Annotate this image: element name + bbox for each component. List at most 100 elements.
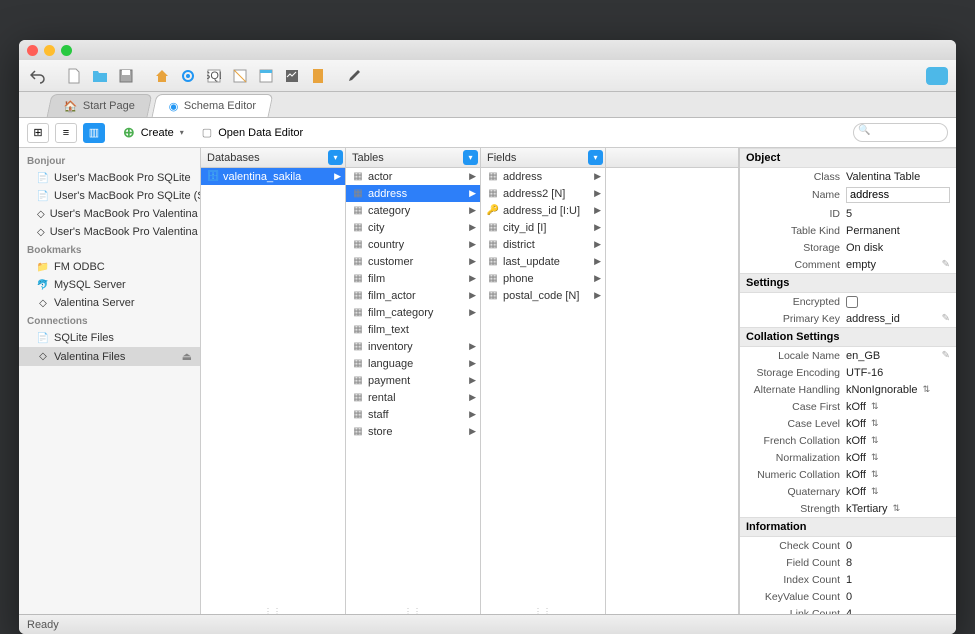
list-item[interactable]: ▦customer▶ xyxy=(346,253,480,270)
dropdown-icon[interactable]: ⇅ xyxy=(871,469,879,480)
arrow-icon: ▶ xyxy=(594,222,601,233)
arrow-icon: ▶ xyxy=(469,392,476,403)
list-item[interactable]: ▦store▶ xyxy=(346,423,480,440)
list-item[interactable]: ▦address▶ xyxy=(481,168,605,185)
list-item[interactable]: ▦last_update▶ xyxy=(481,253,605,270)
prop-input[interactable] xyxy=(846,187,950,203)
list-item[interactable]: ▦actor▶ xyxy=(346,168,480,185)
prop-row: Name xyxy=(740,185,956,205)
list-item[interactable]: ▦city_id [I]▶ xyxy=(481,219,605,236)
arrow-icon: ▶ xyxy=(469,188,476,199)
list-item[interactable]: ▦film▶ xyxy=(346,270,480,287)
report-button[interactable] xyxy=(229,65,251,87)
eject-icon[interactable]: ⏏ xyxy=(182,350,192,363)
list-item[interactable]: ▦address▶ xyxy=(346,185,480,202)
schema-button[interactable] xyxy=(177,65,199,87)
edit-icon[interactable]: ✎ xyxy=(942,350,950,361)
status-text: Ready xyxy=(27,619,59,631)
sidebar-item[interactable]: 📄SQLite Files xyxy=(19,329,200,347)
arrow-icon: ▶ xyxy=(469,171,476,182)
arrow-icon: ▶ xyxy=(594,273,601,284)
sidebar-item[interactable]: 🐬MySQL Server xyxy=(19,276,200,294)
tab-start-page[interactable]: 🏠 Start Page xyxy=(47,94,153,117)
list-item[interactable]: ▦language▶ xyxy=(346,355,480,372)
column-header-tables[interactable]: Tables▾ xyxy=(346,148,480,168)
list-item[interactable]: 🔑address_id [I:U]▶ xyxy=(481,202,605,219)
list-item[interactable]: ▦payment▶ xyxy=(346,372,480,389)
view-list-button[interactable]: ≡ xyxy=(55,123,77,143)
dropdown-icon[interactable]: ⇅ xyxy=(871,435,879,446)
home-button[interactable] xyxy=(151,65,173,87)
monitor-button[interactable] xyxy=(281,65,303,87)
sidebar-item[interactable]: ◇Valentina Server xyxy=(19,294,200,312)
sidebar-item[interactable]: ◇Valentina Files⏏ xyxy=(19,347,200,366)
list-item[interactable]: ▦category▶ xyxy=(346,202,480,219)
sidebar-section-header: Bookmarks xyxy=(19,241,200,258)
tab-schema-editor[interactable]: ◉ Schema Editor xyxy=(151,94,273,117)
list-item[interactable]: ▦district▶ xyxy=(481,236,605,253)
edit-icon[interactable]: ✎ xyxy=(942,259,950,270)
form-button[interactable] xyxy=(255,65,277,87)
list-item[interactable]: ▦address2 [N]▶ xyxy=(481,185,605,202)
undo-button[interactable] xyxy=(27,65,49,87)
list-item[interactable]: 🗄valentina_sakila▶ xyxy=(201,168,345,185)
dropdown-icon[interactable]: ⇅ xyxy=(923,384,931,395)
list-item[interactable]: ▦inventory▶ xyxy=(346,338,480,355)
list-item[interactable]: ▦phone▶ xyxy=(481,270,605,287)
sidebar-item[interactable]: ◇User's MacBook Pro Valentina (S... xyxy=(19,223,200,241)
new-file-button[interactable] xyxy=(63,65,85,87)
tbl-icon: ▦ xyxy=(352,222,364,234)
sql-button[interactable]: SQL xyxy=(203,65,225,87)
arrow-icon: ▶ xyxy=(469,256,476,267)
dropdown-icon[interactable]: ⇅ xyxy=(871,418,879,429)
list-item[interactable]: ▦postal_code [N]▶ xyxy=(481,287,605,304)
sidebar-section-header: Bonjour xyxy=(19,152,200,169)
list-item[interactable]: ▦film_category▶ xyxy=(346,304,480,321)
list-item[interactable]: ▦country▶ xyxy=(346,236,480,253)
open-data-editor-button[interactable]: Open Data Editor xyxy=(218,127,303,139)
book-button[interactable] xyxy=(307,65,329,87)
sidebar-item[interactable]: 📄User's MacBook Pro SQLite xyxy=(19,169,200,187)
tbl-icon: ▦ xyxy=(352,426,364,438)
dropdown-icon[interactable]: ⇅ xyxy=(871,401,879,412)
sqlite-icon: 📄 xyxy=(37,332,49,344)
list-item[interactable]: ▦film_actor▶ xyxy=(346,287,480,304)
arrow-icon: ▶ xyxy=(469,426,476,437)
edit-icon[interactable]: ✎ xyxy=(942,313,950,324)
arrow-icon: ▶ xyxy=(594,256,601,267)
color-picker-button[interactable] xyxy=(343,65,365,87)
column-header-databases[interactable]: Databases▾ xyxy=(201,148,345,168)
list-item[interactable]: ▦rental▶ xyxy=(346,389,480,406)
dropdown-icon[interactable]: ⇅ xyxy=(871,486,879,497)
dropdown-icon[interactable]: ⇅ xyxy=(893,503,901,514)
arrow-icon: ▶ xyxy=(469,307,476,318)
arrow-icon: ▶ xyxy=(469,222,476,233)
prop-row: Locale Nameen_GB✎ xyxy=(740,347,956,364)
prop-checkbox[interactable] xyxy=(846,296,858,308)
window-minimize-button[interactable] xyxy=(44,45,55,56)
list-item[interactable]: ▦staff▶ xyxy=(346,406,480,423)
tbl-icon: ▦ xyxy=(352,409,364,421)
window-close-button[interactable] xyxy=(27,45,38,56)
window-maximize-button[interactable] xyxy=(61,45,72,56)
sidebar-section-header: Connections xyxy=(19,312,200,329)
tbl-icon: ▦ xyxy=(352,358,364,370)
plus-icon: ⊕ xyxy=(123,124,135,141)
list-item[interactable]: ▦film_text xyxy=(346,321,480,338)
dropdown-icon[interactable]: ▾ xyxy=(180,128,184,137)
sidebar-item[interactable]: 📁FM ODBC xyxy=(19,258,200,276)
view-tree-button[interactable]: ⊞ xyxy=(27,123,49,143)
status-bar: Ready xyxy=(19,614,956,634)
create-button[interactable]: Create xyxy=(141,127,174,139)
open-folder-button[interactable] xyxy=(89,65,111,87)
sidebar-item[interactable]: 📄User's MacBook Pro SQLite (SSL) xyxy=(19,187,200,205)
dropdown-icon[interactable]: ⇅ xyxy=(871,452,879,463)
feedback-button[interactable] xyxy=(926,67,948,85)
save-button[interactable] xyxy=(115,65,137,87)
search-input[interactable] xyxy=(853,123,948,142)
column-header-fields[interactable]: Fields▾ xyxy=(481,148,605,168)
list-item[interactable]: ▦city▶ xyxy=(346,219,480,236)
view-columns-button[interactable]: ▥ xyxy=(83,123,105,143)
prop-row: Table KindPermanent xyxy=(740,222,956,239)
sidebar-item[interactable]: ◇User's MacBook Pro Valentina xyxy=(19,205,200,223)
